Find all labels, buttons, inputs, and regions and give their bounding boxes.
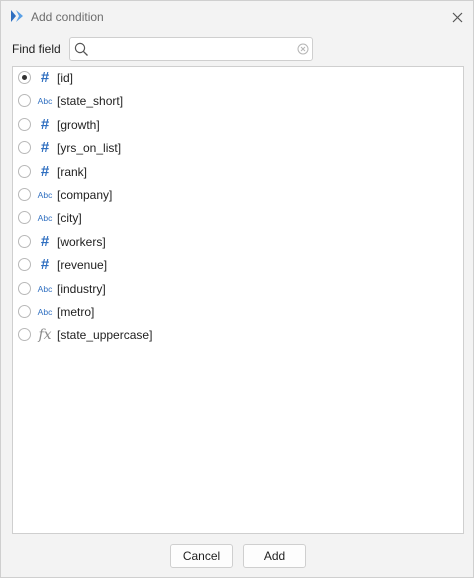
- field-radio[interactable]: [18, 305, 31, 318]
- field-row[interactable]: # [rank]: [13, 161, 463, 183]
- formula-type-icon: fx: [38, 327, 52, 344]
- number-type-icon: #: [40, 162, 50, 180]
- clear-search-icon[interactable]: [297, 43, 309, 55]
- dialog-title: Add condition: [31, 10, 104, 24]
- add-condition-dialog: Add condition Find field # [id] Abc [state_…: [0, 0, 474, 578]
- field-row[interactable]: # [yrs_on_list]: [13, 137, 463, 159]
- field-list: # [id] Abc [state_short] # [growth] # [yrs_on_l…: [12, 66, 464, 534]
- text-type-icon: Abc: [37, 307, 53, 317]
- field-row[interactable]: fx [state_uppercase]: [13, 324, 463, 346]
- field-label: [revenue]: [57, 258, 108, 273]
- close-button[interactable]: [447, 7, 467, 27]
- field-label: [city]: [57, 211, 82, 226]
- field-row[interactable]: # [growth]: [13, 114, 463, 136]
- field-row[interactable]: Abc [company]: [13, 184, 463, 206]
- field-label: [rank]: [57, 164, 88, 179]
- field-radio[interactable]: [18, 164, 31, 178]
- text-type-icon: Abc: [37, 213, 53, 224]
- field-label: [industry]: [57, 281, 106, 296]
- field-row[interactable]: # [revenue]: [13, 254, 463, 276]
- field-label: [state_short]: [57, 94, 124, 109]
- field-radio[interactable]: [18, 141, 31, 155]
- field-radio[interactable]: [18, 281, 31, 295]
- field-radio[interactable]: [18, 94, 31, 108]
- field-radio[interactable]: [18, 71, 31, 84]
- field-label: [metro]: [57, 305, 95, 319]
- field-row[interactable]: Abc [city]: [13, 207, 463, 229]
- search-icon: [74, 42, 89, 57]
- field-radio[interactable]: [18, 188, 31, 201]
- number-type-icon: #: [40, 115, 50, 133]
- number-type-icon: #: [40, 256, 50, 274]
- app-logo-icon: [10, 9, 24, 23]
- search-input[interactable]: [92, 40, 292, 58]
- title-bar: Add condition: [1, 1, 473, 33]
- close-icon: [452, 12, 462, 22]
- text-type-icon: Abc: [37, 96, 53, 107]
- search-box[interactable]: [69, 37, 313, 61]
- field-row[interactable]: Abc [metro]: [13, 301, 463, 323]
- field-radio[interactable]: [18, 328, 31, 342]
- add-button[interactable]: Add: [243, 544, 306, 568]
- field-label: [company]: [57, 188, 113, 202]
- field-row[interactable]: # [id]: [13, 67, 463, 89]
- field-radio[interactable]: [18, 258, 31, 272]
- field-label: [growth]: [57, 117, 100, 132]
- field-label: [id]: [57, 71, 74, 85]
- find-field-label: Find field: [12, 42, 61, 56]
- text-type-icon: Abc: [37, 190, 53, 200]
- number-type-icon: #: [40, 232, 50, 250]
- field-radio[interactable]: [18, 234, 31, 248]
- field-row[interactable]: Abc [industry]: [13, 278, 463, 300]
- field-row[interactable]: # [workers]: [13, 231, 463, 253]
- field-radio[interactable]: [18, 117, 31, 131]
- number-type-icon: #: [40, 139, 50, 157]
- cancel-button[interactable]: Cancel: [170, 544, 233, 568]
- field-row[interactable]: Abc [state_short]: [13, 90, 463, 112]
- number-type-icon: #: [40, 69, 50, 86]
- field-label: [state_uppercase]: [57, 328, 153, 343]
- field-label: [workers]: [57, 234, 106, 249]
- field-label: [yrs_on_list]: [57, 141, 122, 156]
- field-radio[interactable]: [18, 211, 31, 225]
- text-type-icon: Abc: [37, 283, 53, 294]
